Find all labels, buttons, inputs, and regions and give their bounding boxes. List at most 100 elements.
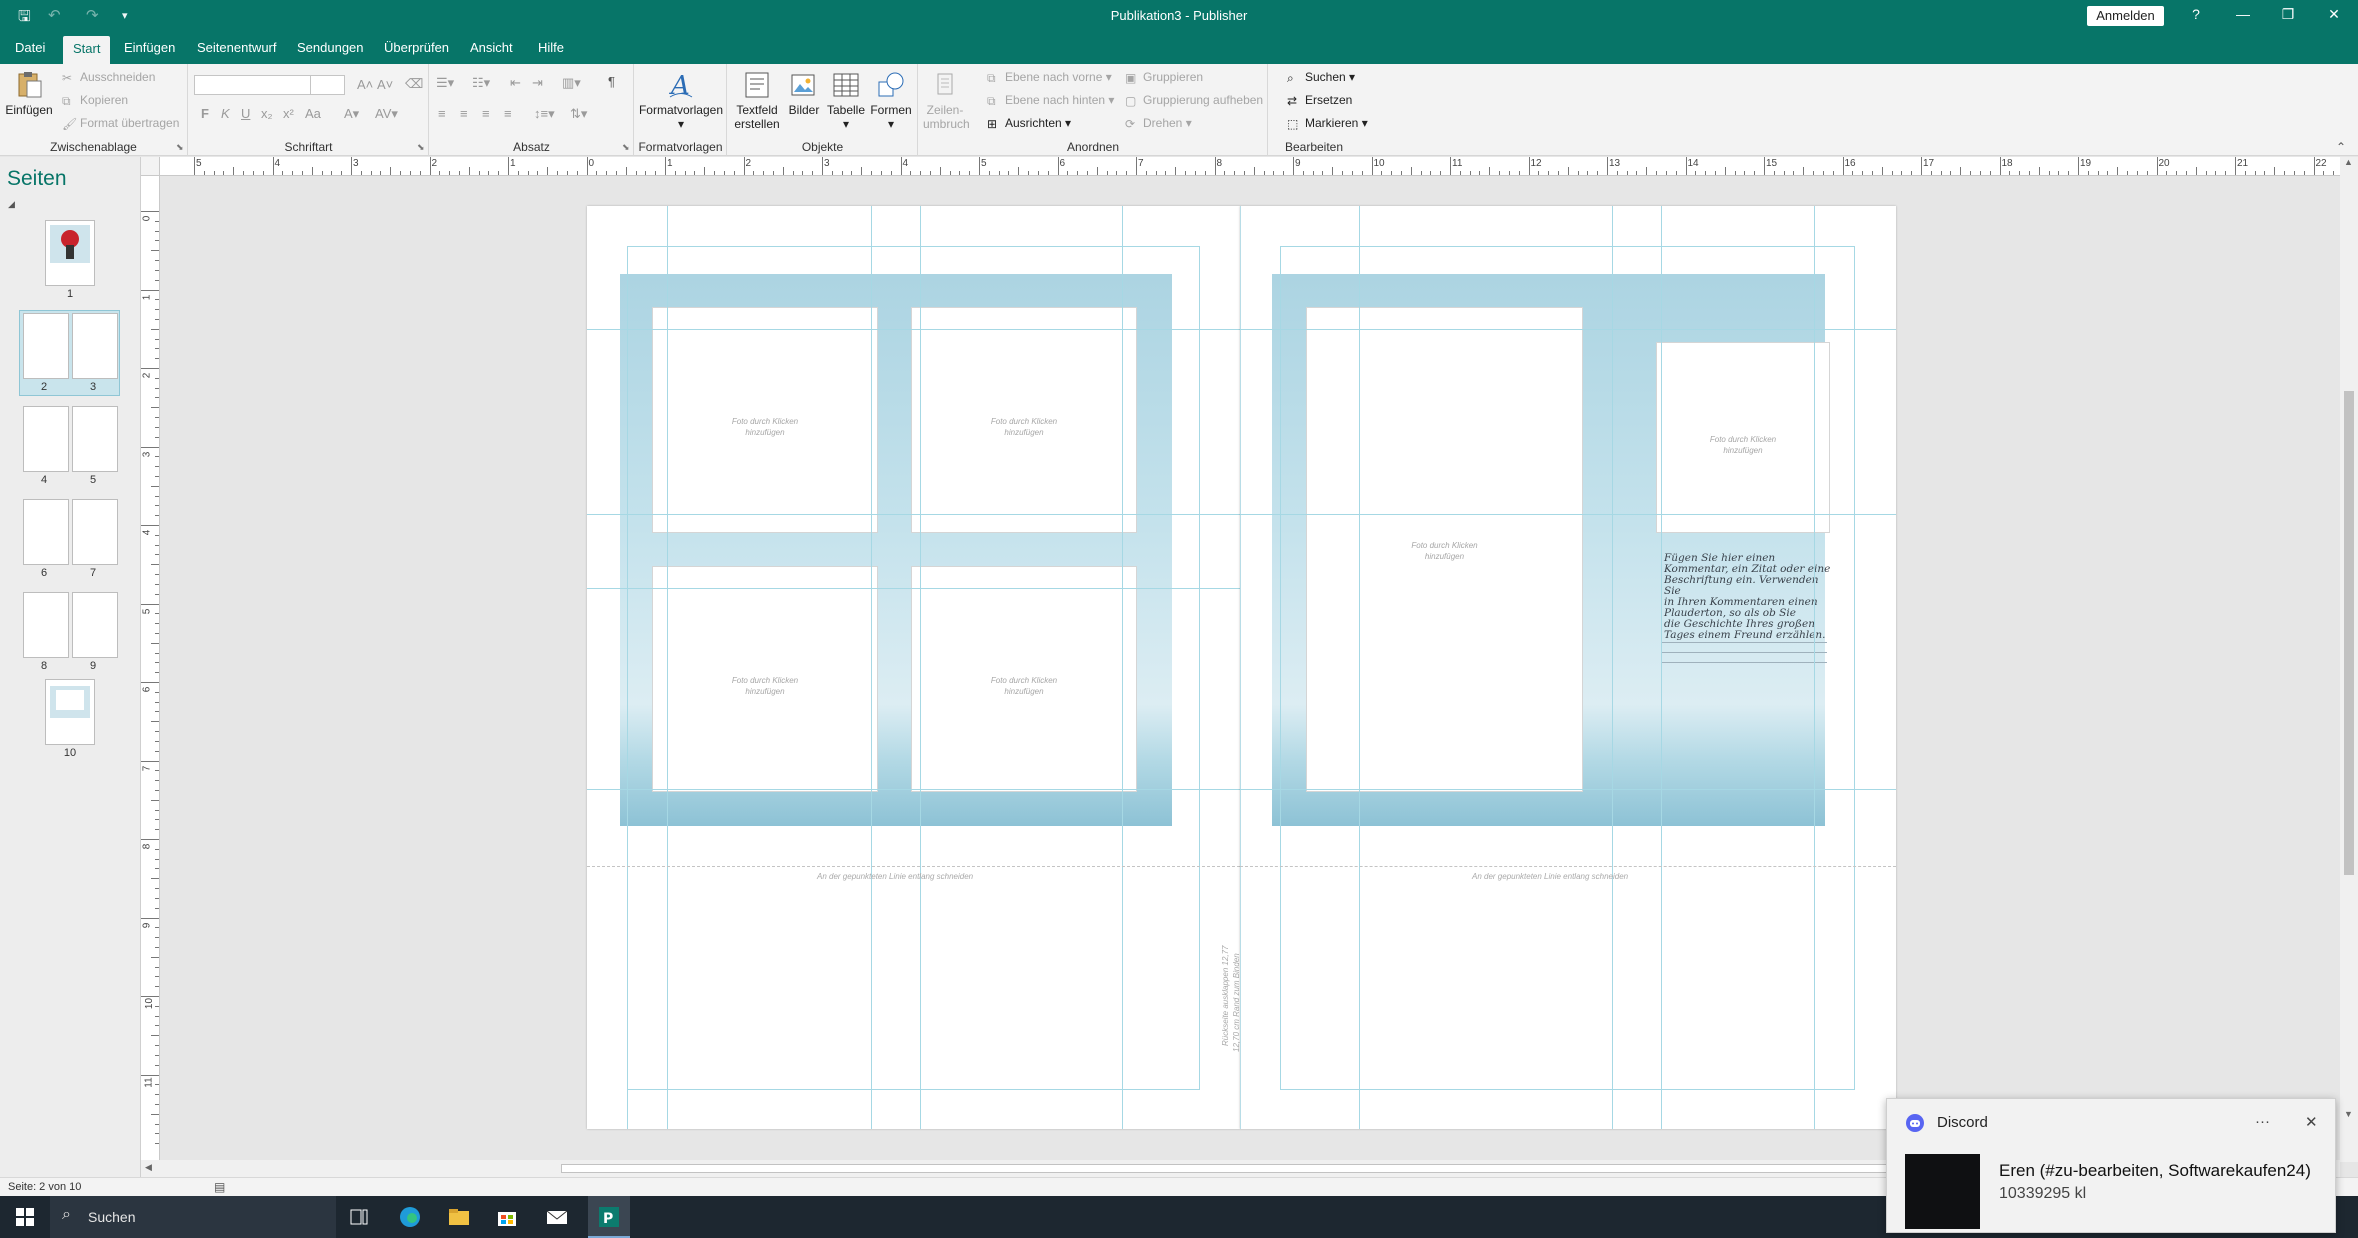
file-explorer-icon[interactable] [446, 1204, 472, 1230]
taskbar-search[interactable]: ⌕ Suchen [50, 1196, 336, 1238]
italic-button[interactable]: K [221, 106, 230, 121]
replace-button[interactable]: ⇄ Ersetzen [1287, 93, 1352, 108]
superscript-button[interactable]: x² [283, 106, 294, 121]
tab-hilfe[interactable]: Hilfe [538, 40, 564, 55]
change-case-button[interactable]: Aa [305, 106, 321, 121]
caption-textbox[interactable]: Fügen Sie hier einen Kommentar, ein Zita… [1664, 553, 1834, 641]
notification-more-button[interactable]: ··· [2255, 1113, 2270, 1130]
vertical-scroll-thumb[interactable] [2344, 391, 2354, 875]
publisher-taskbar-button[interactable]: P [588, 1196, 630, 1238]
line-spacing-icon[interactable]: ↕≡▾ [534, 106, 555, 122]
minimize-button[interactable]: — [2228, 6, 2258, 22]
page-3[interactable]: Foto durch Klicken hinzufügen Foto durch … [1240, 206, 1896, 1129]
align-button[interactable]: ⊞ Ausrichten ▾ [987, 116, 1071, 131]
mail-icon[interactable] [544, 1204, 570, 1230]
rotate-button[interactable]: ⟳ Drehen ▾ [1125, 116, 1192, 131]
photo-placeholder[interactable]: Foto durch Klicken hinzufügen [911, 307, 1137, 533]
scroll-down-icon[interactable]: ▼ [2344, 1109, 2353, 1119]
page-thumbnail-4[interactable] [23, 406, 69, 472]
page-thumbnail-9[interactable] [72, 592, 118, 658]
collapse-panel-icon[interactable]: ◢ [8, 199, 15, 210]
clipboard-launcher-icon[interactable]: ⬊ [176, 142, 184, 153]
store-icon[interactable] [494, 1204, 520, 1230]
page-2[interactable]: Foto durch Klicken hinzufügen Foto durch … [587, 206, 1241, 1129]
numbering-icon[interactable]: ☷▾ [472, 75, 490, 91]
shrink-font-icon[interactable]: A˅ [377, 77, 393, 92]
format-painter-button[interactable]: 🖌 Format übertragen [62, 116, 179, 131]
clear-format-icon[interactable]: ⌫ [405, 76, 423, 92]
photo-placeholder[interactable]: Foto durch Klicken hinzufügen [1656, 342, 1830, 533]
pilcrow-button[interactable]: ¶ [608, 74, 615, 89]
windows-start-icon[interactable] [12, 1204, 38, 1230]
increase-indent-icon[interactable]: ⇥ [532, 75, 543, 91]
document-canvas[interactable]: Foto durch Klicken hinzufügen Foto durch … [161, 177, 2340, 1160]
underline-button[interactable]: U [241, 106, 250, 121]
bring-forward-button[interactable]: ⧉ Ebene nach vorne ▾ [987, 70, 1112, 85]
subscript-button[interactable]: x₂ [261, 106, 273, 121]
close-button[interactable]: ✕ [2319, 6, 2349, 23]
pictures-button[interactable]: Bilder [784, 70, 824, 117]
group-button[interactable]: ▣ Gruppieren [1125, 70, 1203, 85]
font-size-combo[interactable] [310, 75, 345, 95]
vertical-scrollbar[interactable]: ▲ ▼ [2340, 157, 2358, 1162]
select-button[interactable]: ⬚ Markieren ▾ [1287, 116, 1368, 131]
page-thumbnail-7[interactable] [72, 499, 118, 565]
tab-seitenentwurf[interactable]: Seitenentwurf [197, 40, 277, 55]
task-view-icon[interactable] [346, 1204, 372, 1230]
paste-button[interactable]: Einfügen [4, 70, 54, 117]
vertical-ruler[interactable]: 0 1 2 3 4 5 6 7 8 9 10 11 [141, 176, 160, 1161]
character-spacing-icon[interactable]: AV▾ [375, 106, 398, 122]
horizontal-scroll-thumb[interactable] [561, 1164, 2061, 1173]
table-button[interactable]: Tabelle ▾ [824, 70, 868, 131]
shapes-button[interactable]: Formen ▾ [868, 70, 914, 131]
tab-start[interactable]: Start [63, 36, 111, 64]
tab-einfuegen[interactable]: Einfügen [124, 40, 175, 55]
page-thumbnail-2[interactable] [23, 313, 69, 379]
ungroup-button[interactable]: ▢ Gruppierung aufheben [1125, 93, 1263, 108]
tab-ueberpruefen[interactable]: Überprüfen [384, 40, 449, 55]
restore-button[interactable]: ❐ [2273, 6, 2303, 23]
page-thumbnail-10[interactable] [45, 679, 95, 745]
page-thumbnail-3[interactable] [72, 313, 118, 379]
paragraph-spacing-icon[interactable]: ⇅▾ [570, 106, 587, 122]
page-thumbnail-5[interactable] [72, 406, 118, 472]
align-right-icon[interactable]: ≡ [482, 106, 490, 121]
cut-button[interactable]: ✂ Ausschneiden [62, 70, 155, 85]
page-indicator[interactable]: Seite: 2 von 10 [8, 1181, 81, 1193]
justify-icon[interactable]: ≡ [504, 106, 512, 121]
sign-in-button[interactable]: Anmelden [2087, 6, 2164, 26]
styles-button[interactable]: A Formatvorlagen ▾ [637, 70, 725, 131]
photo-placeholder[interactable]: Foto durch Klicken hinzufügen [652, 307, 878, 533]
scroll-left-icon[interactable]: ◀ [145, 1162, 152, 1173]
page-thumbnail-1[interactable] [45, 220, 95, 286]
textbox-button[interactable]: Textfeld erstellen [732, 70, 782, 131]
decrease-indent-icon[interactable]: ⇤ [510, 75, 521, 91]
columns-icon[interactable]: ▥▾ [562, 75, 581, 91]
font-launcher-icon[interactable]: ⬊ [417, 142, 425, 153]
wrap-text-button[interactable]: Zeilen-umbruch [923, 70, 970, 131]
horizontal-ruler[interactable]: 5 4 3 2 1 0 1 2 3 4 5 6 7 8 9 10 11 12 13 14 15 16 17 18 19 20 21 2… [160, 157, 2340, 176]
align-center-icon[interactable]: ≡ [460, 106, 468, 121]
tab-datei[interactable]: Datei [15, 40, 45, 55]
collapse-ribbon-icon[interactable]: ⌃ [2336, 140, 2346, 154]
bold-button[interactable]: F [201, 106, 209, 121]
copy-button[interactable]: ⧉ Kopieren [62, 93, 128, 108]
tab-sendungen[interactable]: Sendungen [297, 40, 364, 55]
page-thumbnail-8[interactable] [23, 592, 69, 658]
send-backward-button[interactable]: ⧉ Ebene nach hinten ▾ [987, 93, 1114, 108]
paragraph-launcher-icon[interactable]: ⬊ [622, 142, 630, 153]
discord-notification[interactable]: Discord ··· ✕ Eren (#zu-bearbeiten, Soft… [1886, 1098, 2336, 1233]
notification-close-button[interactable]: ✕ [2305, 1113, 2318, 1131]
photo-placeholder[interactable]: Foto durch Klicken hinzufügen [1306, 307, 1583, 792]
font-name-combo[interactable] [194, 75, 314, 95]
edge-browser-icon[interactable] [397, 1204, 423, 1230]
find-button[interactable]: ⌕ Suchen ▾ [1287, 70, 1355, 85]
tab-ansicht[interactable]: Ansicht [470, 40, 513, 55]
page-thumbnail-6[interactable] [23, 499, 69, 565]
photo-placeholder[interactable]: Foto durch Klicken hinzufügen [911, 566, 1137, 792]
bullets-icon[interactable]: ☰▾ [436, 75, 454, 91]
layout-view-icon[interactable]: ▤ [214, 1180, 225, 1194]
help-button[interactable]: ? [2181, 6, 2211, 22]
grow-font-icon[interactable]: A˄ [357, 77, 373, 92]
align-left-icon[interactable]: ≡ [438, 106, 446, 121]
